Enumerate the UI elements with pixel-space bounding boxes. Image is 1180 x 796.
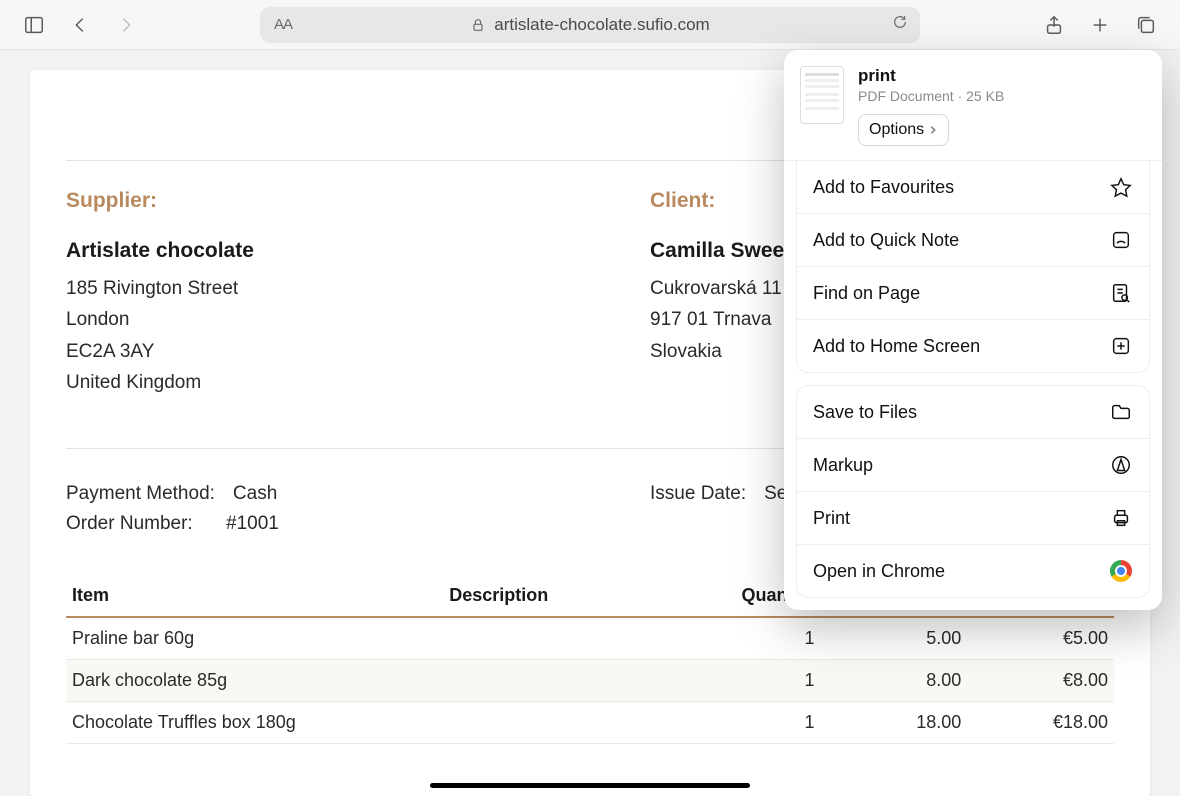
- plus-square-icon: [1109, 334, 1133, 358]
- text-size-button[interactable]: AA: [274, 16, 292, 33]
- cell-desc: [443, 617, 695, 660]
- star-icon: [1109, 175, 1133, 199]
- table-row: Praline bar 60g 15.00€5.00: [66, 617, 1114, 660]
- share-header: print PDF Document · 25 KB Options: [784, 50, 1162, 161]
- share-group-1: Add to Favourites Add to Quick Note Find o…: [796, 161, 1150, 373]
- cell-item: Praline bar 60g: [66, 617, 443, 660]
- options-label: Options: [869, 121, 924, 139]
- chrome-icon: [1109, 559, 1133, 583]
- col-description: Description: [443, 575, 695, 617]
- supplier-line-2: London: [66, 304, 530, 335]
- supplier-line-4: United Kingdom: [66, 367, 530, 398]
- share-item-open-in-chrome[interactable]: Open in Chrome: [797, 545, 1149, 597]
- share-item-label: Markup: [813, 455, 873, 476]
- browser-toolbar: AA artislate-chocolate.sufio.com: [0, 0, 1180, 50]
- share-item-label: Add to Home Screen: [813, 336, 980, 357]
- cell-desc: [443, 702, 695, 744]
- share-item-markup[interactable]: Markup: [797, 439, 1149, 492]
- share-item-print[interactable]: Print: [797, 492, 1149, 545]
- share-group-2: Save to Files Markup Print Open in Chrome: [796, 385, 1150, 598]
- printer-icon: [1109, 506, 1133, 530]
- cell-total: €18.00: [967, 702, 1114, 744]
- find-icon: [1109, 281, 1133, 305]
- share-item-add-to-home-screen[interactable]: Add to Home Screen: [797, 320, 1149, 372]
- share-item-add-to-quick-note[interactable]: Add to Quick Note: [797, 214, 1149, 267]
- supplier-label: Supplier:: [66, 189, 530, 213]
- payment-method-label: Payment Method:: [66, 483, 215, 505]
- home-indicator[interactable]: [430, 783, 750, 788]
- markup-icon: [1109, 453, 1133, 477]
- supplier-line-3: EC2A 3AY: [66, 336, 530, 367]
- share-item-add-to-favourites[interactable]: Add to Favourites: [797, 161, 1149, 214]
- share-item-label: Add to Favourites: [813, 177, 954, 198]
- tabs-button[interactable]: [1126, 7, 1166, 43]
- col-item: Item: [66, 575, 443, 617]
- share-item-label: Print: [813, 508, 850, 529]
- cell-qty: 1: [695, 660, 821, 702]
- share-item-label: Open in Chrome: [813, 561, 945, 582]
- forward-button[interactable]: [106, 7, 146, 43]
- share-button[interactable]: [1034, 7, 1074, 43]
- share-subtitle: PDF Document · 25 KB: [858, 88, 1146, 104]
- issue-date-label: Issue Date:: [650, 483, 746, 505]
- table-row: Chocolate Truffles box 180g 118.00€18.00: [66, 702, 1114, 744]
- url-text: artislate-chocolate.sufio.com: [494, 15, 709, 35]
- supplier-name: Artislate chocolate: [66, 239, 530, 263]
- share-sheet: print PDF Document · 25 KB Options Add t…: [784, 50, 1162, 610]
- cell-qty: 1: [695, 702, 821, 744]
- chevron-right-icon: [928, 125, 938, 135]
- cell-item: Dark chocolate 85g: [66, 660, 443, 702]
- share-item-label: Find on Page: [813, 283, 920, 304]
- cell-item: Chocolate Truffles box 180g: [66, 702, 443, 744]
- address-bar[interactable]: AA artislate-chocolate.sufio.com: [260, 7, 920, 43]
- cell-price: 18.00: [821, 702, 968, 744]
- cell-price: 5.00: [821, 617, 968, 660]
- sidebar-toggle-button[interactable]: [14, 7, 54, 43]
- share-item-find-on-page[interactable]: Find on Page: [797, 267, 1149, 320]
- options-button[interactable]: Options: [858, 114, 949, 146]
- share-item-label: Add to Quick Note: [813, 230, 959, 251]
- cell-total: €8.00: [967, 660, 1114, 702]
- folder-icon: [1109, 400, 1133, 424]
- table-row: Dark chocolate 85g 18.00€8.00: [66, 660, 1114, 702]
- back-button[interactable]: [60, 7, 100, 43]
- note-icon: [1109, 228, 1133, 252]
- cell-qty: 1: [695, 617, 821, 660]
- share-item-label: Save to Files: [813, 402, 917, 423]
- cell-price: 8.00: [821, 660, 968, 702]
- supplier-line-1: 185 Rivington Street: [66, 273, 530, 304]
- cell-total: €5.00: [967, 617, 1114, 660]
- order-number-value: #1001: [226, 513, 279, 535]
- payment-method-value: Cash: [233, 483, 277, 505]
- order-number-label: Order Number:: [66, 513, 208, 535]
- share-title: print: [858, 66, 1146, 86]
- share-item-save-to-files[interactable]: Save to Files: [797, 386, 1149, 439]
- document-thumbnail: [800, 66, 844, 124]
- lock-icon: [470, 17, 486, 33]
- new-tab-button[interactable]: [1080, 7, 1120, 43]
- refresh-button[interactable]: [892, 14, 908, 35]
- cell-desc: [443, 660, 695, 702]
